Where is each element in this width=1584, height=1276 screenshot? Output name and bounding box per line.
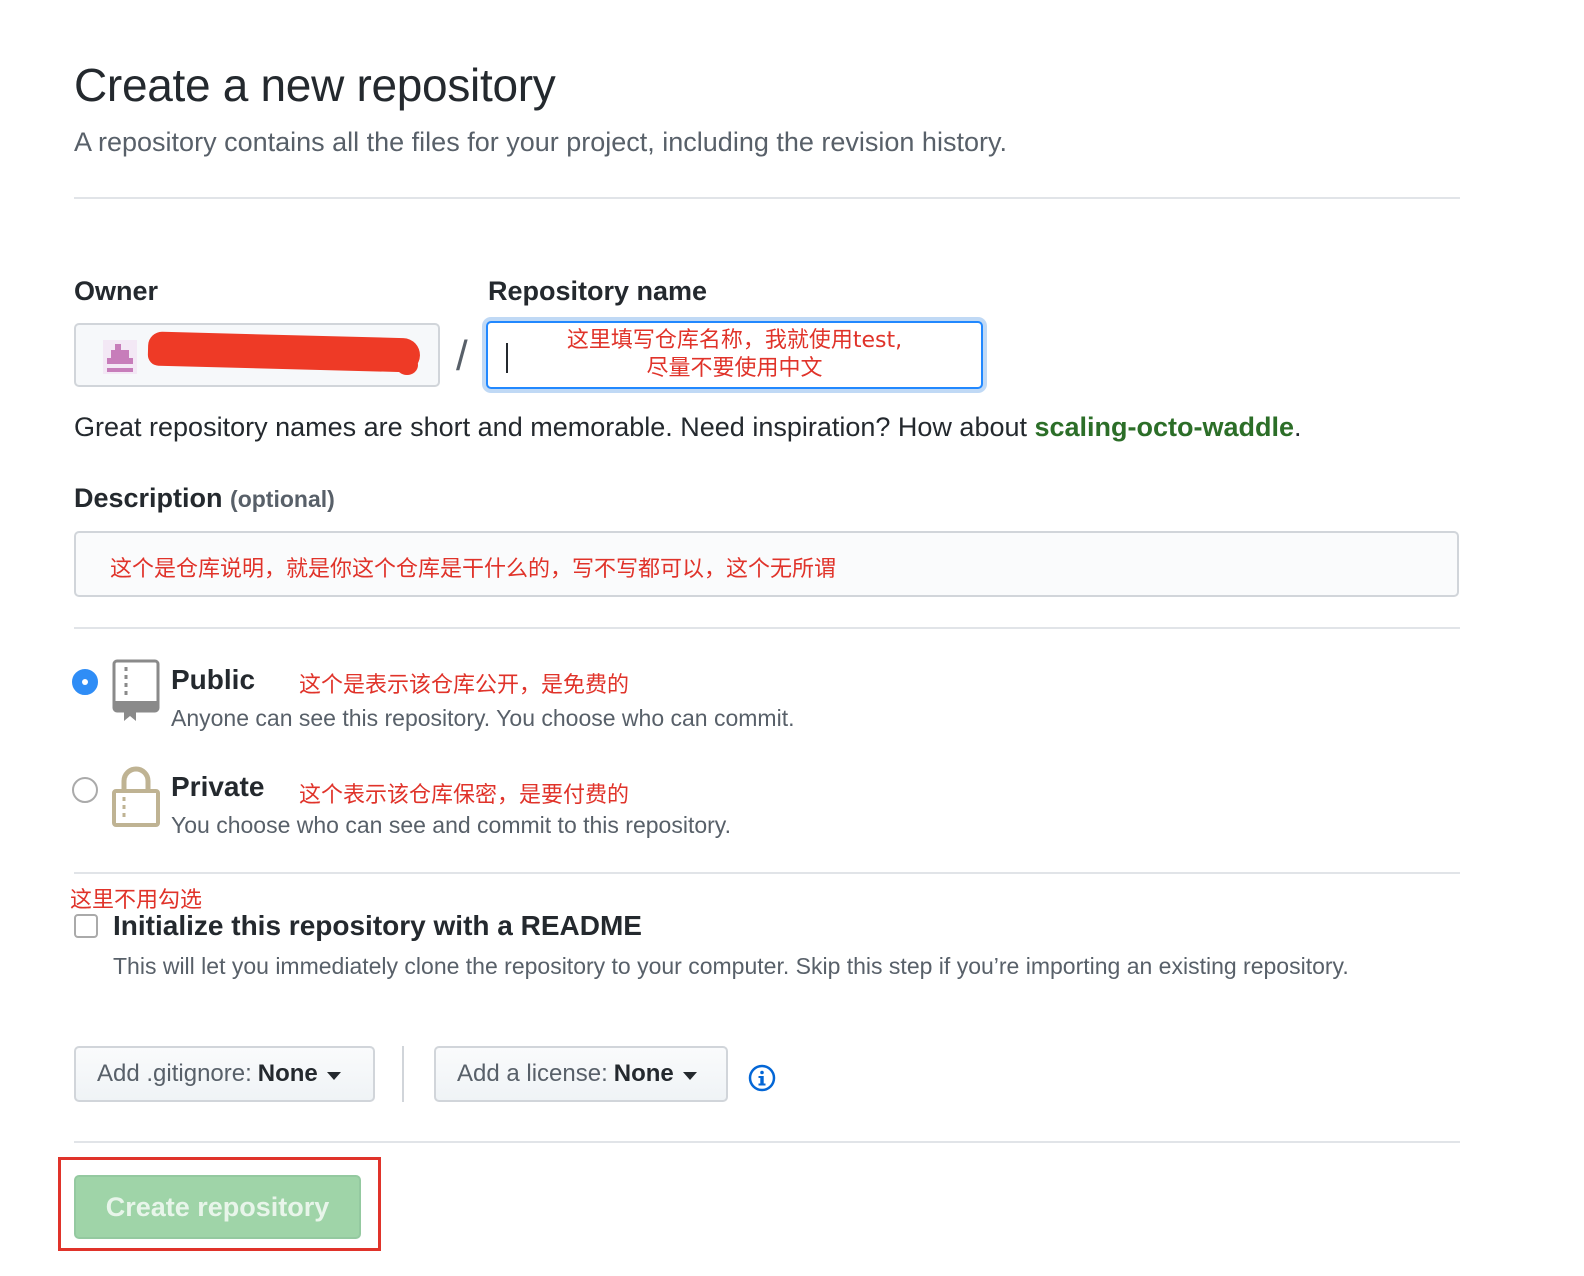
- license-label: Add a license:: [457, 1060, 608, 1087]
- description-label: Description (optional): [74, 483, 335, 513]
- private-radio[interactable]: [72, 777, 98, 803]
- repo-name-annotation: 这里填写仓库名称，我就使用test, 尽量不要使用中文: [566, 328, 903, 381]
- page-subtitle: A repository contains all the files for …: [74, 127, 1007, 157]
- info-icon[interactable]: [748, 1064, 776, 1092]
- lock-icon: [112, 766, 160, 827]
- owner-label: Owner: [74, 276, 159, 306]
- license-dropdown[interactable]: Add a license: None: [434, 1046, 728, 1102]
- repo-name-input[interactable]: 这里填写仓库名称，我就使用test, 尽量不要使用中文: [486, 321, 983, 389]
- public-description: Anyone can see this repository. You choo…: [171, 705, 795, 731]
- repo-icon: [112, 659, 160, 721]
- description-annotation: 这个是仓库说明，就是你这个仓库是干什么的，写不写都可以，这个无所谓: [110, 557, 837, 582]
- optional-tag: (optional): [230, 486, 335, 512]
- gitignore-dropdown[interactable]: Add .gitignore: None: [74, 1046, 375, 1102]
- divider: [74, 627, 1460, 629]
- redaction-mark-tail: [396, 355, 418, 375]
- chevron-down-icon: [326, 1071, 341, 1080]
- repo-name-hint: Great repository names are short and mem…: [74, 412, 1302, 442]
- redaction-mark: [147, 331, 421, 373]
- owner-avatar-icon: [103, 340, 137, 374]
- gitignore-value: None: [257, 1060, 318, 1087]
- public-title: Public: [171, 664, 256, 695]
- chevron-down-icon: [682, 1071, 697, 1080]
- init-readme-title: Initialize this repository with a README: [113, 910, 642, 941]
- create-repository-button[interactable]: Create repository: [74, 1175, 361, 1239]
- divider: [74, 1141, 1460, 1143]
- public-radio[interactable]: [72, 669, 98, 695]
- public-annotation: 这个是表示该仓库公开，是免费的: [299, 673, 630, 698]
- gitignore-label: Add .gitignore:: [97, 1060, 252, 1087]
- divider: [74, 872, 1460, 874]
- divider: [74, 197, 1460, 199]
- license-value: None: [613, 1060, 674, 1087]
- private-annotation: 这个表示该仓库保密，是要付费的: [299, 783, 630, 808]
- divider: [402, 1046, 404, 1102]
- page-title: Create a new repository: [74, 59, 556, 111]
- name-suggestion-link[interactable]: scaling-octo-waddle: [1035, 412, 1295, 442]
- repo-name-label: Repository name: [488, 276, 708, 306]
- private-description: You choose who can see and commit to thi…: [171, 812, 731, 838]
- owner-repo-separator: /: [456, 332, 468, 379]
- owner-select[interactable]: w: [74, 323, 440, 387]
- init-readme-description: This will let you immediately clone the …: [113, 953, 1349, 979]
- init-readme-checkbox[interactable]: [74, 914, 98, 938]
- private-title: Private: [171, 771, 265, 802]
- description-input[interactable]: 这个是仓库说明，就是你这个仓库是干什么的，写不写都可以，这个无所谓: [74, 531, 1459, 597]
